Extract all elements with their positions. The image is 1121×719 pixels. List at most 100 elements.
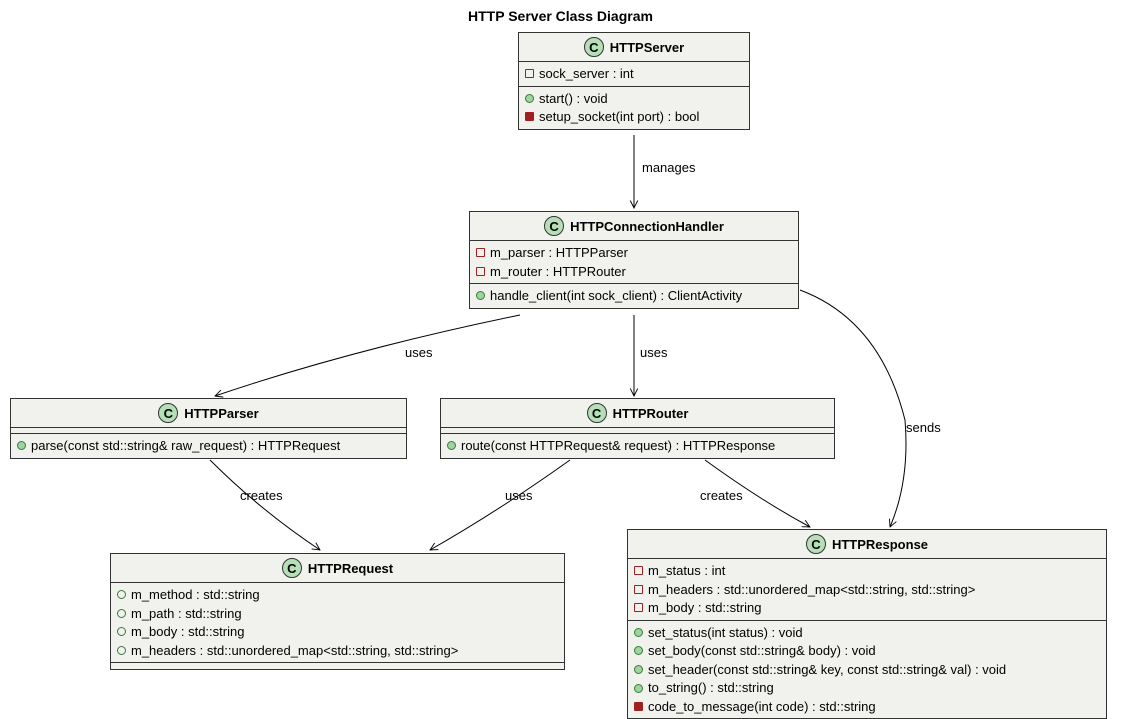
vis-icon xyxy=(634,603,643,612)
member-text: route(const HTTPRequest& request) : HTTP… xyxy=(461,437,775,455)
vis-icon xyxy=(525,112,534,121)
vis-icon xyxy=(476,267,485,276)
vis-icon xyxy=(634,702,643,711)
vis-icon xyxy=(476,248,485,257)
methods-section: start() : void setup_socket(int port) : … xyxy=(519,87,749,129)
method: setup_socket(int port) : bool xyxy=(525,108,743,126)
vis-icon xyxy=(634,646,643,655)
member-text: m_method : std::string xyxy=(131,586,260,604)
method: set_body(const std::string& body) : void xyxy=(634,642,1100,660)
field: sock_server : int xyxy=(525,65,743,83)
edge-label-uses: uses xyxy=(505,488,532,503)
vis-icon xyxy=(17,441,26,450)
member-text: code_to_message(int code) : std::string xyxy=(648,698,876,716)
diagram-title: HTTP Server Class Diagram xyxy=(0,8,1121,24)
vis-icon xyxy=(447,441,456,450)
member-text: setup_socket(int port) : bool xyxy=(539,108,699,126)
vis-icon xyxy=(525,94,534,103)
class-title: C HTTPRequest xyxy=(111,554,564,583)
method: handle_client(int sock_client) : ClientA… xyxy=(476,287,792,305)
method: set_status(int status) : void xyxy=(634,624,1100,642)
field: m_headers : std::unordered_map<std::stri… xyxy=(117,642,558,660)
field: m_method : std::string xyxy=(117,586,558,604)
vis-icon xyxy=(476,291,485,300)
edge-label-manages: manages xyxy=(642,160,695,175)
member-text: m_router : HTTPRouter xyxy=(490,263,626,281)
member-text: set_body(const std::string& body) : void xyxy=(648,642,876,660)
member-text: m_body : std::string xyxy=(648,599,761,617)
member-text: start() : void xyxy=(539,90,608,108)
member-text: handle_client(int sock_client) : ClientA… xyxy=(490,287,742,305)
class-httpparser: C HTTPParser parse(const std::string& ra… xyxy=(10,398,407,459)
member-text: set_header(const std::string& key, const… xyxy=(648,661,1006,679)
method: code_to_message(int code) : std::string xyxy=(634,698,1100,716)
class-name: HTTPConnectionHandler xyxy=(570,219,724,234)
class-httpconnectionhandler: C HTTPConnectionHandler m_parser : HTTPP… xyxy=(469,211,799,309)
edge-label-uses: uses xyxy=(405,345,432,360)
class-httprouter: C HTTPRouter route(const HTTPRequest& re… xyxy=(440,398,835,459)
class-icon: C xyxy=(158,403,178,423)
member-text: m_headers : std::unordered_map<std::stri… xyxy=(648,581,975,599)
fields-section: m_status : int m_headers : std::unordere… xyxy=(628,559,1106,621)
edge-label-sends: sends xyxy=(906,420,941,435)
method: route(const HTTPRequest& request) : HTTP… xyxy=(447,437,828,455)
member-text: parse(const std::string& raw_request) : … xyxy=(31,437,340,455)
fields-section: sock_server : int xyxy=(519,62,749,87)
class-name: HTTPRouter xyxy=(613,406,689,421)
method: start() : void xyxy=(525,90,743,108)
methods-section: set_status(int status) : void set_body(c… xyxy=(628,621,1106,719)
class-icon: C xyxy=(282,558,302,578)
field: m_body : std::string xyxy=(634,599,1100,617)
member-text: m_path : std::string xyxy=(131,605,242,623)
field: m_path : std::string xyxy=(117,605,558,623)
member-text: m_parser : HTTPParser xyxy=(490,244,628,262)
class-name: HTTPParser xyxy=(184,406,258,421)
edge-label-creates: creates xyxy=(240,488,283,503)
vis-icon xyxy=(117,627,126,636)
class-title: C HTTPRouter xyxy=(441,399,834,428)
vis-icon xyxy=(634,684,643,693)
methods-section: handle_client(int sock_client) : ClientA… xyxy=(470,284,798,308)
class-title: C HTTPConnectionHandler xyxy=(470,212,798,241)
class-icon: C xyxy=(544,216,564,236)
member-text: to_string() : std::string xyxy=(648,679,774,697)
fields-section: m_method : std::string m_path : std::str… xyxy=(111,583,564,663)
vis-icon xyxy=(634,566,643,575)
member-text: m_headers : std::unordered_map<std::stri… xyxy=(131,642,458,660)
field: m_status : int xyxy=(634,562,1100,580)
class-icon: C xyxy=(806,534,826,554)
edge-label-creates: creates xyxy=(700,488,743,503)
class-httpserver: C HTTPServer sock_server : int start() :… xyxy=(518,32,750,130)
method: parse(const std::string& raw_request) : … xyxy=(17,437,400,455)
member-text: m_status : int xyxy=(648,562,725,580)
field: m_body : std::string xyxy=(117,623,558,641)
methods-section: route(const HTTPRequest& request) : HTTP… xyxy=(441,434,834,458)
method: set_header(const std::string& key, const… xyxy=(634,661,1100,679)
class-icon: C xyxy=(584,37,604,57)
vis-icon xyxy=(117,609,126,618)
class-httprequest: C HTTPRequest m_method : std::string m_p… xyxy=(110,553,565,670)
vis-icon xyxy=(634,585,643,594)
class-title: C HTTPResponse xyxy=(628,530,1106,559)
methods-section xyxy=(111,663,564,669)
vis-icon xyxy=(525,69,534,78)
vis-icon xyxy=(117,646,126,655)
field: m_headers : std::unordered_map<std::stri… xyxy=(634,581,1100,599)
class-name: HTTPResponse xyxy=(832,537,928,552)
class-httpresponse: C HTTPResponse m_status : int m_headers … xyxy=(627,529,1107,719)
class-title: C HTTPParser xyxy=(11,399,406,428)
class-icon: C xyxy=(587,403,607,423)
field: m_router : HTTPRouter xyxy=(476,263,792,281)
vis-icon xyxy=(117,590,126,599)
edge-label-uses: uses xyxy=(640,345,667,360)
class-title: C HTTPServer xyxy=(519,33,749,62)
field: m_parser : HTTPParser xyxy=(476,244,792,262)
class-name: HTTPRequest xyxy=(308,561,393,576)
member-text: m_body : std::string xyxy=(131,623,244,641)
vis-icon xyxy=(634,628,643,637)
vis-icon xyxy=(634,665,643,674)
method: to_string() : std::string xyxy=(634,679,1100,697)
class-name: HTTPServer xyxy=(610,40,684,55)
fields-section: m_parser : HTTPParser m_router : HTTPRou… xyxy=(470,241,798,284)
methods-section: parse(const std::string& raw_request) : … xyxy=(11,434,406,458)
